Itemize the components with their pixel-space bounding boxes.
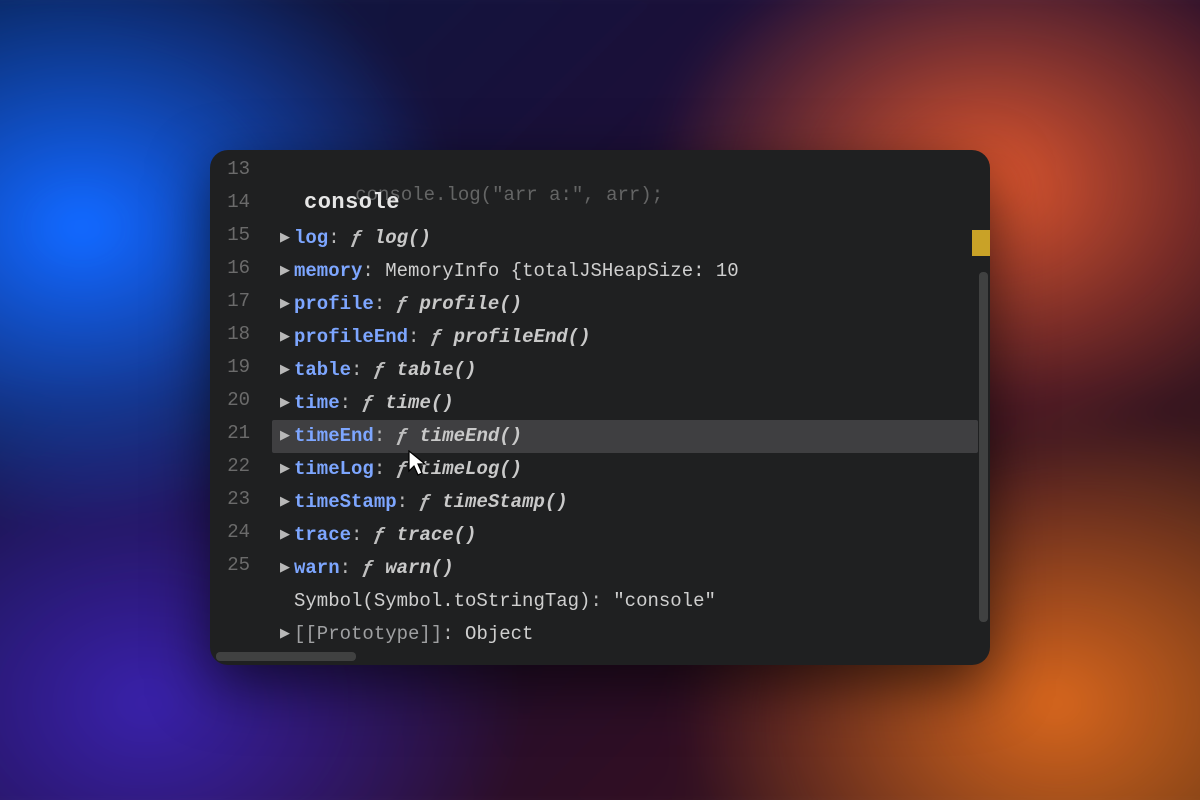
expand-triangle-icon[interactable]: ▶ [276,353,294,386]
line-number: 18 [210,318,264,351]
property-row-profile[interactable]: ▶ profile: ƒ profile() [272,288,978,321]
property-row-trace[interactable]: ▶ trace: ƒ trace() [272,519,978,552]
property-name: warn [294,552,340,585]
expand-triangle-icon[interactable]: ▶ [276,452,294,485]
editor-window: 13 14 15 16 17 18 19 20 21 22 23 24 25 c… [210,150,990,665]
line-number: 20 [210,384,264,417]
expand-triangle-icon[interactable]: ▶ [276,386,294,419]
property-func: timeEnd() [419,420,522,453]
property-inline: {totalJSHeapSize: 10 [499,255,738,288]
property-name: timeLog [294,453,374,486]
line-number: 23 [210,483,264,516]
vertical-scrollbar[interactable] [979,272,988,622]
expand-triangle-icon[interactable]: ▶ [276,551,294,584]
property-name: time [294,387,340,420]
line-number: 13 [210,153,264,186]
property-func: log() [374,222,431,255]
line-number: 17 [210,285,264,318]
expand-triangle-icon[interactable]: ▶ [276,254,294,287]
property-row-timestamp[interactable]: ▶ timeStamp: ƒ timeStamp() [272,486,978,519]
property-func: table() [397,354,477,387]
property-name: memory [294,255,362,288]
token-string: "arr a:" [492,184,583,206]
property-func: profile() [419,288,522,321]
inspector-property-list: ▶ log: ƒ log() ▶ memory: MemoryInfo {tot… [272,222,978,651]
line-number: 22 [210,450,264,483]
property-name: [[Prototype]] [294,618,442,651]
expand-triangle-icon[interactable]: ▶ [276,320,294,353]
expand-triangle-icon[interactable]: ▶ [276,221,294,254]
token-dot: . [435,184,446,206]
line-number: 14 [210,186,264,219]
property-name: profileEnd [294,321,408,354]
property-row-symbol[interactable]: ▶ Symbol(Symbol.toStringTag): "console" [272,585,978,618]
property-name: Symbol(Symbol.toStringTag) [294,585,590,618]
property-row-profileend[interactable]: ▶ profileEnd: ƒ profileEnd() [272,321,978,354]
token-function: log( [446,184,492,206]
line-number: 15 [210,219,264,252]
expand-triangle-icon[interactable]: ▶ [276,617,294,650]
property-type: MemoryInfo [385,255,499,288]
property-row-time[interactable]: ▶ time: ƒ time() [272,387,978,420]
property-name: timeEnd [294,420,374,453]
property-func: timeStamp() [442,486,567,519]
property-func: profileEnd() [454,321,591,354]
property-func: time() [385,387,453,420]
line-number: 24 [210,516,264,549]
expand-triangle-icon[interactable]: ▶ [276,485,294,518]
property-row-table[interactable]: ▶ table: ƒ table() [272,354,978,387]
token-rest: , arr); [583,184,663,206]
line-number: 16 [210,252,264,285]
expand-triangle-icon[interactable]: ▶ [276,287,294,320]
code-area: 13 14 15 16 17 18 19 20 21 22 23 24 25 c… [210,150,990,665]
expand-triangle-icon[interactable]: ▶ [276,419,294,452]
property-value: Object [465,618,533,651]
line-number-gutter: 13 14 15 16 17 18 19 20 21 22 23 24 25 [210,150,264,582]
property-row-log[interactable]: ▶ log: ƒ log() [272,222,978,255]
property-func: timeLog() [419,453,522,486]
expand-triangle-icon[interactable]: ▶ [276,518,294,551]
line-number: 19 [210,351,264,384]
editor-content[interactable]: console.log("arr a:", arr); console ▶ lo… [264,150,990,183]
property-row-timeend[interactable]: ▶ timeEnd: ƒ timeEnd() [272,420,978,453]
property-name: timeStamp [294,486,397,519]
property-row-timelog[interactable]: ▶ timeLog: ƒ timeLog() [272,453,978,486]
property-name: table [294,354,351,387]
property-row-prototype[interactable]: ▶ [[Prototype]]: Object [272,618,978,651]
line-number: 25 [210,549,264,582]
property-value: "console" [613,585,716,618]
property-name: profile [294,288,374,321]
property-row-warn[interactable]: ▶ warn: ƒ warn() [272,552,978,585]
horizontal-scrollbar[interactable] [216,652,356,661]
code-line-13[interactable]: console.log("arr a:", arr); [264,153,990,183]
property-func: trace() [397,519,477,552]
property-name: trace [294,519,351,552]
property-row-memory[interactable]: ▶ memory: MemoryInfo {totalJSHeapSize: 1… [272,255,978,288]
property-name: log [294,222,328,255]
inspector-header[interactable]: console [304,186,400,219]
property-func: warn() [385,552,453,585]
line-number: 21 [210,417,264,450]
